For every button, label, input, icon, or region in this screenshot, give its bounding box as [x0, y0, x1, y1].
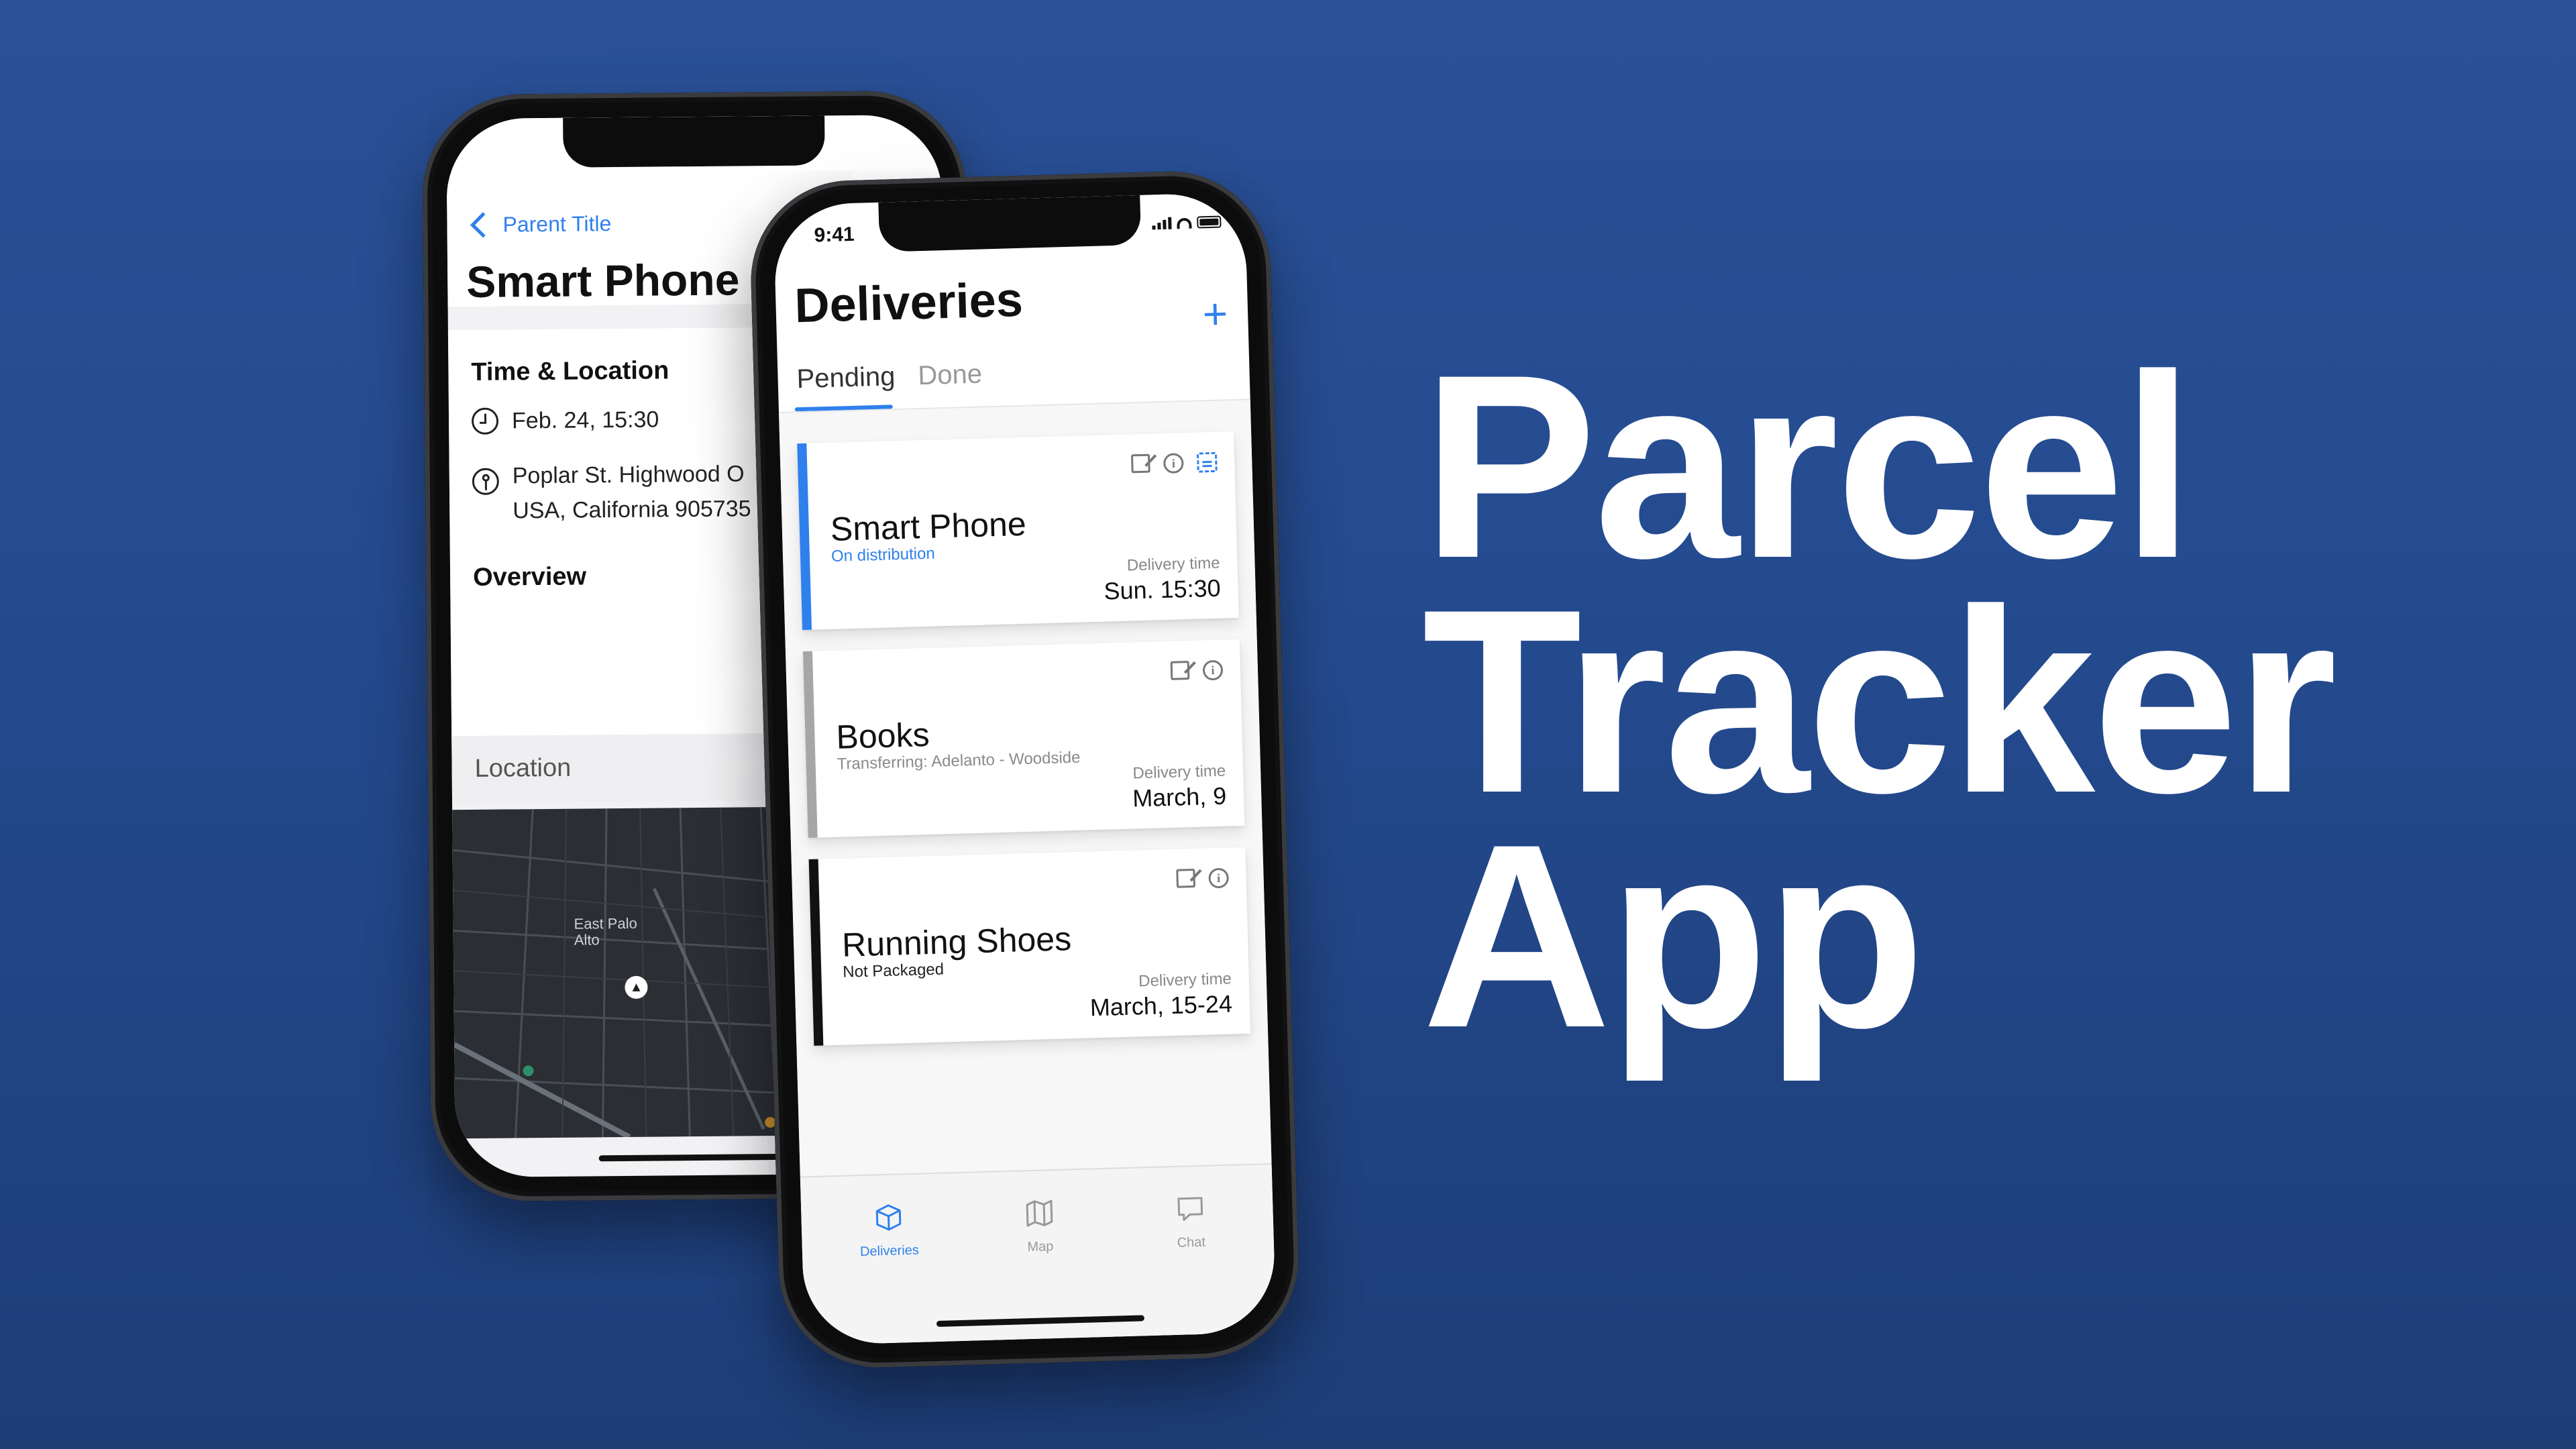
address-line-2: USA, California 905735 — [513, 496, 751, 524]
card-actions: i — [1176, 867, 1230, 890]
delivery-time-label: Delivery time — [1126, 553, 1220, 575]
map-place-label-line-2: Alto — [574, 931, 600, 949]
location-pin-icon — [472, 468, 500, 495]
info-icon[interactable]: i — [1202, 659, 1224, 681]
delivery-name: Running Shoes — [841, 920, 1072, 964]
deliveries-screen: 9:41 Deliveries + Pending Done i Smart P… — [773, 192, 1277, 1346]
location-heading: Location — [474, 753, 572, 783]
card-actions: i — [1170, 659, 1224, 682]
tab-bar-label: Chat — [1177, 1234, 1206, 1250]
wifi-icon — [1177, 217, 1192, 229]
map-place-label: East Palo Alto — [574, 914, 638, 949]
overview-heading: Overview — [472, 562, 587, 592]
hero-line-3: App — [1422, 790, 1925, 1082]
edit-icon[interactable] — [1130, 453, 1150, 474]
signal-icon — [1152, 217, 1172, 230]
address-line-1: Poplar St. Highwood O — [512, 461, 745, 489]
phone-notch — [563, 115, 825, 168]
hero-line-1: Parcel — [1422, 320, 2194, 612]
time-row: Feb. 24, 15:30 — [471, 402, 659, 439]
time-location-heading: Time & Location — [471, 356, 669, 386]
clock-icon — [471, 407, 499, 435]
delivery-time: Sun. 15:30 — [1103, 574, 1222, 605]
delivery-status: Not Packaged — [842, 960, 945, 981]
phone-notch — [877, 195, 1141, 252]
delivery-time-label: Delivery time — [1138, 969, 1232, 991]
delivery-name: Smart Phone — [830, 504, 1027, 548]
segment-tabs: Pending Done — [796, 360, 983, 395]
navigation-arrow-icon: ▲ — [625, 975, 648, 999]
info-icon[interactable]: i — [1163, 453, 1184, 474]
page-title: Deliveries — [794, 272, 1024, 333]
delivery-time: March, 9 — [1132, 782, 1227, 812]
chat-icon — [1177, 1197, 1203, 1222]
battery-icon — [1197, 215, 1222, 229]
add-delivery-button[interactable]: + — [1202, 289, 1228, 338]
time-value: Feb. 24, 15:30 — [511, 407, 659, 434]
info-icon[interactable]: i — [1208, 867, 1230, 889]
tab-bar-label: Map — [1027, 1239, 1054, 1255]
delivery-status: On distribution — [830, 544, 936, 566]
tab-bar-map[interactable]: Map — [985, 1196, 1094, 1256]
hero-line-2: Tracker — [1422, 555, 2337, 847]
delivery-card[interactable]: i Books Transferring: Adelanto - Woodsid… — [802, 639, 1245, 839]
tab-bar-deliveries[interactable]: Deliveries — [835, 1201, 943, 1260]
tab-pending[interactable]: Pending — [796, 362, 896, 394]
delivery-time: March, 15-24 — [1089, 989, 1233, 1022]
edit-icon[interactable] — [1176, 868, 1196, 888]
back-button[interactable]: Parent Title — [470, 211, 612, 238]
back-button-label: Parent Title — [502, 211, 612, 237]
tab-bar-chat[interactable]: Chat — [1136, 1192, 1245, 1252]
detail-title: Smart Phone — [466, 254, 740, 307]
map-icon — [1026, 1199, 1053, 1227]
phone-deliveries: 9:41 Deliveries + Pending Done i Smart P… — [748, 168, 1301, 1371]
hero-title: Parcel Tracker App — [1422, 320, 2337, 1082]
delivery-card[interactable]: i Smart Phone On distribution Delivery t… — [797, 431, 1239, 631]
status-bar-icons — [1152, 215, 1222, 230]
delivery-name: Books — [835, 715, 930, 756]
chevron-left-icon — [470, 212, 496, 238]
scan-icon[interactable] — [1196, 451, 1218, 473]
card-actions: i — [1130, 451, 1218, 475]
tab-bar-label: Deliveries — [859, 1242, 920, 1260]
map-place-label-line-1: East Palo — [574, 914, 637, 932]
status-bar-time: 9:41 — [814, 223, 855, 247]
box-icon — [875, 1204, 902, 1231]
address-row: Poplar St. Highwood O USA, California 90… — [472, 456, 751, 529]
delivery-card[interactable]: i Running Shoes Not Packaged Delivery ti… — [808, 847, 1251, 1046]
edit-icon[interactable] — [1170, 661, 1190, 680]
tab-done[interactable]: Done — [918, 360, 983, 392]
delivery-time-label: Delivery time — [1132, 761, 1226, 783]
